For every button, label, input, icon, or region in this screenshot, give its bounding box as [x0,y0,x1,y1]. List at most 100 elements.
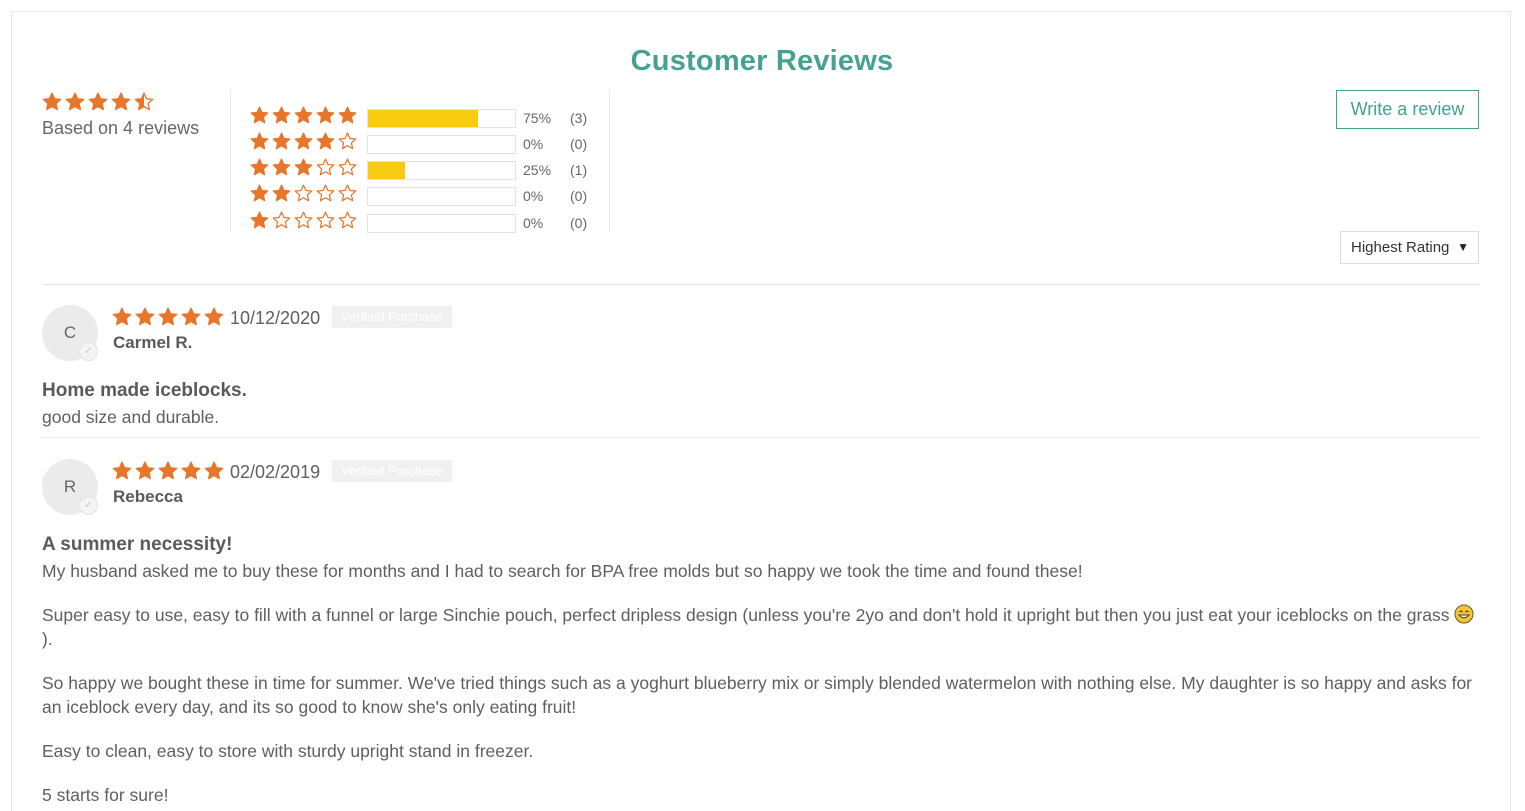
histogram-percent: 25% [523,162,552,178]
histogram-count: (3) [570,110,588,126]
reviewer-name: Carmel R. [113,333,193,352]
review-title: A summer necessity! [42,534,233,555]
sort-select[interactable]: Highest Rating ▼ [1340,231,1479,264]
histogram-percent: 75% [523,110,552,126]
histogram-count: (0) [570,188,588,204]
histogram-percent: 0% [523,136,544,152]
review-title: Home made iceblocks. [42,380,247,401]
reviewer-name: Rebecca [113,487,183,506]
histogram-row-2[interactable]: 0% (0) [250,184,600,206]
histogram-row-4[interactable]: 0% (0) [250,132,600,154]
rating-summary: Based on 4 reviews [42,92,232,139]
avatar: C ✓ [42,305,98,361]
review-body: good size and durable. [42,405,1482,449]
verified-badge: Verified Purchase [332,306,452,328]
histogram-bar [367,187,516,206]
star-icon [294,184,313,202]
write-review-button[interactable]: Write a review [1336,90,1479,129]
histogram-bar-fill [368,162,405,179]
review-body: My husband asked me to buy these for mon… [42,559,1482,811]
star-icon [112,461,132,480]
histogram-bar [367,161,516,180]
review-paragraph-tail: ). [42,629,53,649]
histogram-stars [250,184,360,203]
histogram-percent: 0% [523,188,544,204]
review-paragraph: good size and durable. [42,407,220,427]
star-icon [316,132,335,150]
star-icon [316,106,335,124]
star-icon [294,211,313,229]
star-icon [250,158,269,176]
star-icon [65,92,85,111]
histogram-bar [367,109,516,128]
star-icon [158,461,178,480]
review-stars [112,461,227,481]
review-paragraph-text: Super easy to use, easy to fill with a f… [42,605,1450,625]
histogram-stars [250,211,360,230]
star-icon [204,461,224,480]
verified-badge: Verified Purchase [332,460,452,482]
histogram-bar-fill [368,110,479,127]
star-icon [88,92,108,111]
divider [42,284,1480,285]
review-stars [112,307,227,327]
star-icon [316,184,335,202]
page-title: Customer Reviews [630,45,894,77]
histogram-count: (1) [570,162,588,178]
star-icon [112,307,132,326]
star-icon [250,106,269,124]
histogram-count: (0) [570,136,588,152]
summary-stars [42,92,232,114]
star-icon [316,211,335,229]
review-paragraph: Super easy to use, easy to fill with a f… [42,603,1482,651]
avatar-initial: C [63,323,77,342]
star-icon [272,184,291,202]
star-icon [338,132,357,150]
star-icon [272,106,291,124]
review-paragraph: So happy we bought these in time for sum… [42,673,1473,717]
star-icon [204,307,224,326]
star-icon [250,211,269,229]
star-icon [250,132,269,150]
review-date: 10/12/2020 [230,308,321,328]
rating-histogram: 75% (3) 0% (0) 25% (1) 0% (0) 0% (0) [230,90,610,233]
review-paragraph: My husband asked me to buy these for mon… [42,561,1083,581]
star-icon [294,132,313,150]
histogram-row-5[interactable]: 75% (3) [250,106,600,128]
sort-selected-label: Highest Rating [1351,239,1450,256]
star-icon [338,184,357,202]
star-icon [338,106,357,124]
star-icon [181,307,201,326]
histogram-stars [250,132,360,151]
based-on-text: Based on 4 reviews [42,118,200,138]
check-icon: ✓ [79,342,98,361]
star-icon [338,211,357,229]
star-icon [338,158,357,176]
star-icon [272,158,291,176]
star-icon [181,461,201,480]
star-icon [135,307,155,326]
histogram-percent: 0% [523,215,544,231]
avatar-initial: R [63,477,77,496]
histogram-count: (0) [570,215,588,231]
star-icon [272,132,291,150]
histogram-row-3[interactable]: 25% (1) [250,158,600,180]
divider [42,437,1480,438]
star-icon [134,92,154,111]
star-icon [316,158,335,176]
star-icon [42,92,62,111]
grinning-face-icon [1454,604,1474,624]
histogram-bar [367,214,516,233]
star-icon [250,184,269,202]
histogram-row-1[interactable]: 0% (0) [250,211,600,233]
reviews-panel: Customer Reviews Based on 4 reviews 75% … [11,11,1511,811]
histogram-stars [250,106,360,125]
caret-down-icon: ▼ [1457,240,1469,254]
star-icon [294,106,313,124]
histogram-stars [250,158,360,177]
star-icon [158,307,178,326]
star-icon [111,92,131,111]
star-icon [294,158,313,176]
histogram-bar [367,135,516,154]
star-icon [135,461,155,480]
